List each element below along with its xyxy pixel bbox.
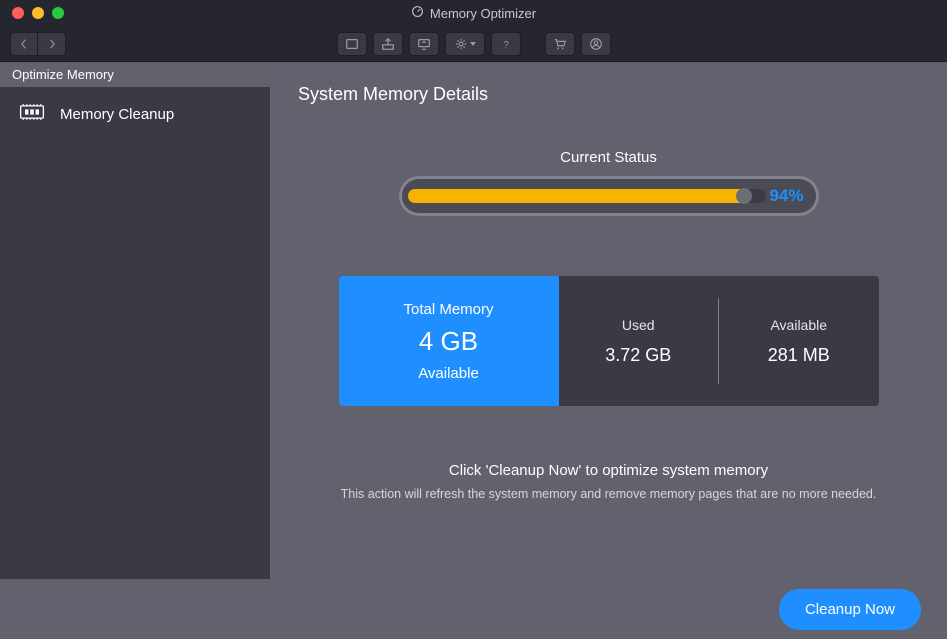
account-button[interactable]	[581, 32, 611, 56]
total-memory-label: Total Memory	[403, 301, 493, 318]
sidebar: Optimize Memory Memory Cleanup	[0, 62, 270, 579]
memory-used-cell: Used 3.72 GB	[559, 276, 719, 406]
memory-progress-bar: 94%	[399, 176, 819, 216]
footer: Cleanup Now	[0, 579, 947, 639]
back-button[interactable]	[10, 32, 38, 56]
memory-grid: Total Memory 4 GB Available Used 3.72 GB…	[339, 276, 879, 406]
cleanup-now-button[interactable]: Cleanup Now	[779, 589, 921, 630]
fullscreen-window-button[interactable]	[52, 7, 64, 19]
total-memory-sublabel: Available	[418, 365, 479, 382]
close-window-button[interactable]	[12, 7, 24, 19]
display-button[interactable]	[409, 32, 439, 56]
nav-group	[10, 32, 66, 56]
settings-dropdown[interactable]	[445, 32, 485, 56]
progress-track	[408, 189, 766, 203]
status-label: Current Status	[298, 149, 919, 166]
hint-subtitle: This action will refresh the system memo…	[298, 487, 919, 501]
progress-percent: 94%	[769, 186, 803, 206]
toolbar-button-1[interactable]	[337, 32, 367, 56]
app-title-text: Memory Optimizer	[430, 6, 536, 21]
export-button[interactable]	[373, 32, 403, 56]
progress-knob	[736, 188, 752, 204]
cart-button[interactable]	[545, 32, 575, 56]
minimize-window-button[interactable]	[32, 7, 44, 19]
memory-chip-icon	[18, 101, 46, 127]
sidebar-section-header: Optimize Memory	[0, 62, 270, 87]
hint-title: Click 'Cleanup Now' to optimize system m…	[298, 462, 919, 479]
svg-text:?: ?	[503, 39, 508, 50]
status-area: Current Status 94%	[298, 149, 919, 216]
hint-area: Click 'Cleanup Now' to optimize system m…	[298, 462, 919, 501]
total-memory-value: 4 GB	[419, 326, 478, 357]
chevron-down-icon	[470, 42, 476, 46]
app-title: Memory Optimizer	[0, 5, 947, 21]
memory-total-card: Total Memory 4 GB Available	[339, 276, 559, 406]
main-content: System Memory Details Current Status 94%…	[270, 62, 947, 579]
progress-fill	[408, 189, 745, 203]
used-label: Used	[622, 317, 655, 333]
body: Optimize Memory Memory Cleanup System Me…	[0, 62, 947, 579]
help-button[interactable]: ?	[491, 32, 521, 56]
speedometer-icon	[411, 5, 424, 21]
memory-available-cell: Available 281 MB	[719, 276, 879, 406]
sidebar-item-memory-cleanup[interactable]: Memory Cleanup	[0, 87, 270, 141]
toolbar: ?	[0, 26, 947, 62]
available-label: Available	[770, 317, 827, 333]
available-value: 281 MB	[768, 345, 830, 366]
toolbar-center: ?	[66, 32, 881, 56]
forward-button[interactable]	[38, 32, 66, 56]
window-controls	[0, 7, 64, 19]
page-title: System Memory Details	[298, 84, 919, 105]
app-window: Memory Optimizer	[0, 0, 947, 639]
memory-right: Used 3.72 GB Available 281 MB	[559, 276, 879, 406]
sidebar-item-label: Memory Cleanup	[60, 106, 174, 123]
used-value: 3.72 GB	[605, 345, 671, 366]
title-bar: Memory Optimizer	[0, 0, 947, 26]
